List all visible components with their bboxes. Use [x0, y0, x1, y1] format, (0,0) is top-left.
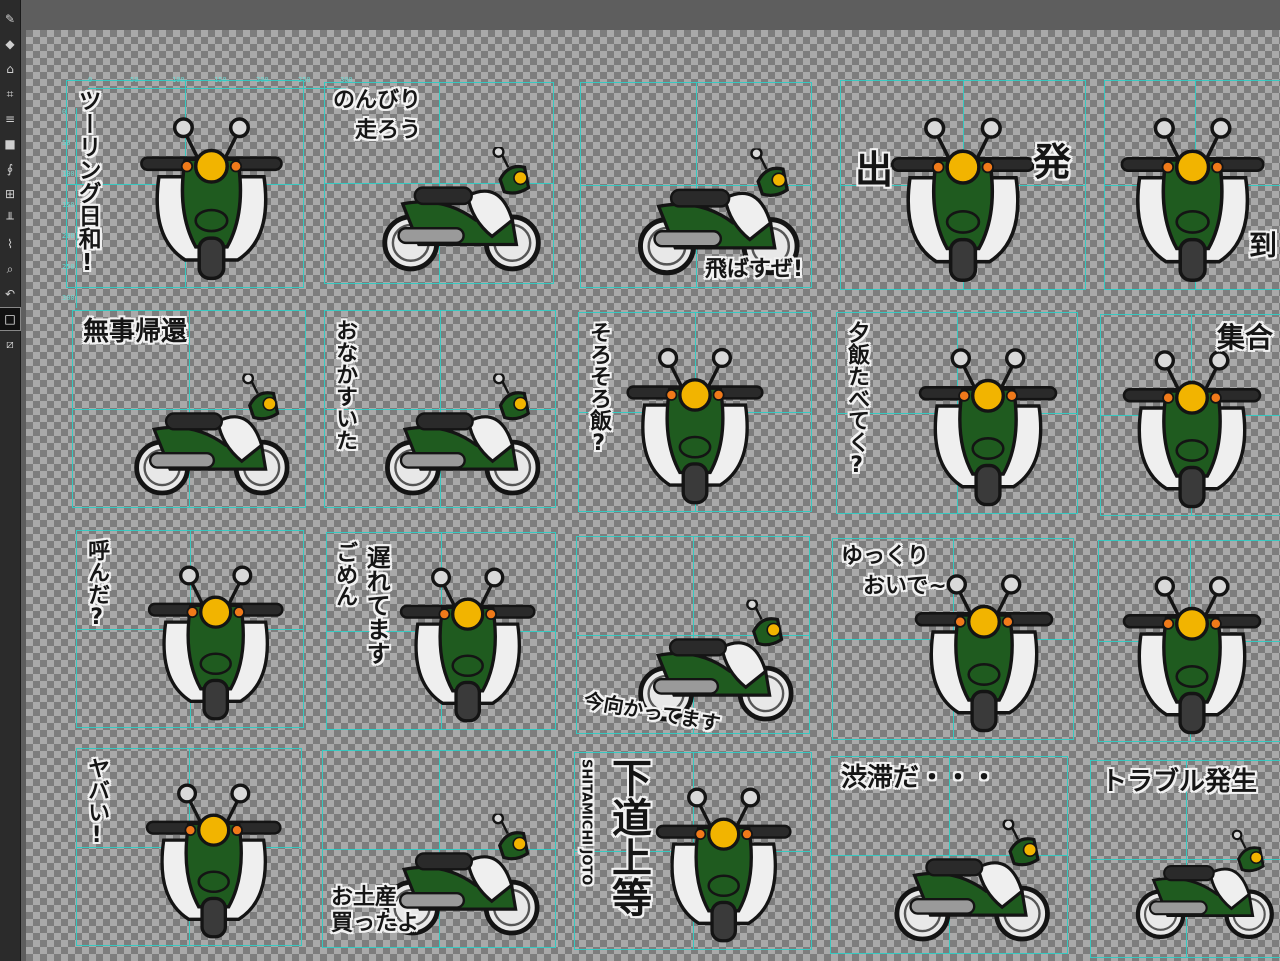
scooter-side-illustration: [325, 83, 553, 283]
scooter-front-illustration: [139, 117, 284, 281]
sticker-caption: ツーリング日和!: [74, 89, 101, 276]
sticker-s13[interactable]: 今向かってます: [576, 536, 810, 734]
ruler-tick: 300: [62, 294, 75, 302]
tool-palette: ✎ ◆ ⌂ ⌗ ≡ ■ ∮ ⊞ ╨ ⌇ ⌕ ↶ □ ⧄: [0, 0, 21, 961]
sticker-s6[interactable]: 無事帰還: [72, 310, 306, 508]
zoom-icon[interactable]: ⌕: [0, 258, 20, 280]
sticker-s1[interactable]: ツーリング日和!: [66, 80, 304, 288]
scooter-side-illustration: [325, 311, 555, 507]
sticker-s2[interactable]: のんびり走ろう: [324, 82, 554, 284]
sticker-s12[interactable]: 遅れてます ごめん: [326, 532, 556, 730]
scooter-front-illustration: [914, 574, 1054, 733]
sticker-caption: 下道上等: [605, 757, 651, 917]
sticker-caption: 遅れてます: [362, 545, 391, 665]
sticker-caption: お土産: [331, 884, 398, 910]
fill-icon[interactable]: ■: [0, 133, 20, 155]
sticker-caption: 発: [1032, 140, 1071, 184]
scooter-front-illustration: [1122, 576, 1262, 735]
dropper-icon[interactable]: ∮: [0, 158, 20, 180]
sticker-caption: 飛ばすぜ!: [704, 256, 803, 282]
transform-icon[interactable]: ⊞: [0, 183, 20, 205]
sticker-caption: 無事帰還: [83, 317, 188, 347]
selection-icon[interactable]: ◆: [0, 33, 20, 55]
sticker-caption: 買ったよ: [331, 910, 420, 936]
brush-icon[interactable]: ⌇: [0, 233, 20, 255]
hand-icon[interactable]: ↶: [0, 283, 20, 305]
scooter-front-illustration: [399, 567, 537, 723]
sticker-s8[interactable]: そろそろ飯?: [578, 312, 812, 512]
sticker-s9[interactable]: 夕飯たべてく?: [836, 312, 1078, 514]
layers-icon[interactable]: ≡: [0, 108, 20, 130]
sticker-s10[interactable]: 集合: [1100, 314, 1280, 516]
sticker-s4[interactable]: 出発: [840, 80, 1086, 290]
scooter-front-illustration: [145, 783, 283, 939]
sticker-caption: そろそろ飯?: [586, 321, 612, 456]
rect-icon[interactable]: □: [0, 307, 21, 331]
sticker-s3[interactable]: 飛ばすぜ!: [580, 82, 812, 288]
sticker-caption: 出: [855, 148, 894, 192]
sticker-caption: SHITAMICHI JOTO: [578, 759, 594, 886]
crop-icon[interactable]: ⌗: [0, 83, 20, 105]
lasso-icon[interactable]: ⌂: [0, 58, 20, 80]
sticker-caption: 走ろう: [355, 118, 422, 143]
sticker-caption: 夕飯たべてく?: [844, 321, 870, 478]
sticker-caption: ゆっくり: [841, 544, 930, 569]
sticker-caption: おなかすいた: [332, 319, 358, 451]
sticker-caption: 到: [1248, 229, 1277, 262]
sticker-s19[interactable]: 渋滞だ・・・: [830, 756, 1068, 954]
color-swap-icon[interactable]: ⧄: [0, 333, 20, 355]
sticker-caption: 呼んだ?: [84, 539, 110, 630]
sticker-s15[interactable]: [1098, 540, 1280, 742]
scooter-front-illustration: [918, 348, 1058, 507]
pen-icon[interactable]: ✎: [0, 8, 20, 30]
sticker-caption: 渋滞だ・・・: [841, 763, 998, 793]
sticker-caption: のんびり: [333, 88, 422, 113]
sticker-s18[interactable]: SHITAMICHI JOTO 下道上等: [574, 752, 812, 950]
sticker-s11[interactable]: 呼んだ?: [76, 530, 304, 728]
sticker-caption: おいで~: [863, 574, 947, 599]
sticker-s5[interactable]: 到: [1104, 80, 1280, 290]
ruler-icon[interactable]: ╨: [0, 208, 20, 230]
sticker-caption: トラブル発生: [1101, 767, 1258, 797]
sticker-caption: ごめん: [332, 541, 358, 607]
sticker-s14[interactable]: ゆっくりおいで~: [832, 538, 1074, 740]
sticker-s16[interactable]: ヤバい!: [76, 748, 302, 946]
scooter-front-illustration: [147, 565, 285, 721]
sticker-s7[interactable]: おなかすいた: [324, 310, 556, 508]
sticker-caption: ヤバい!: [84, 757, 110, 848]
sticker-s20[interactable]: トラブル発生: [1090, 760, 1280, 958]
sticker-caption: 集合: [1216, 321, 1273, 354]
scooter-front-illustration: [625, 347, 765, 505]
sticker-s17[interactable]: お土産 買ったよ: [322, 750, 556, 948]
